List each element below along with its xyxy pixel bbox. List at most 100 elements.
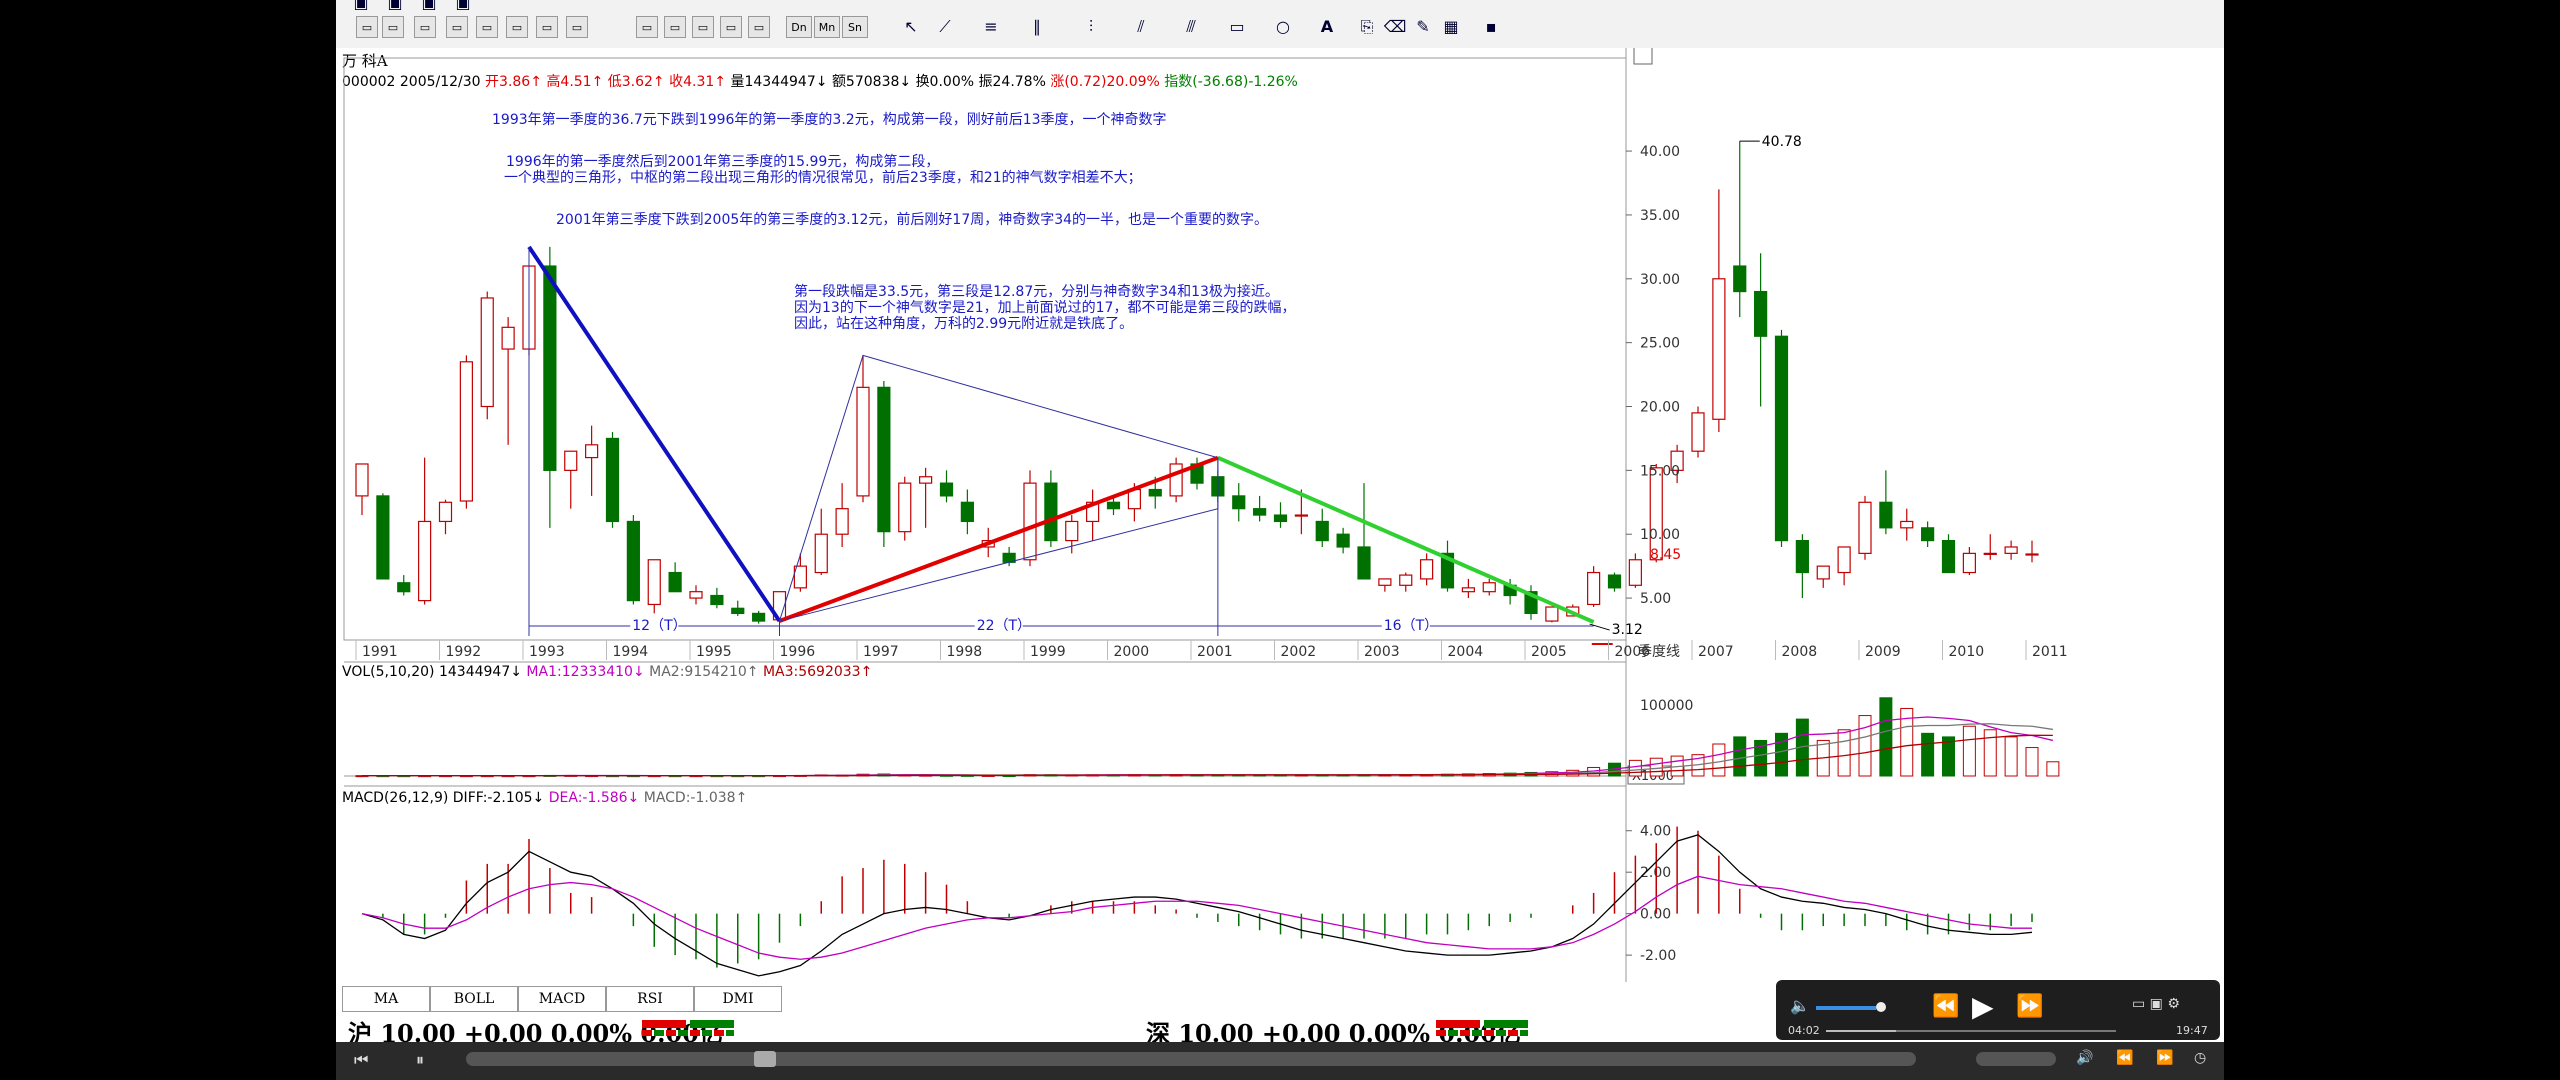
x-tick-label-19: 2010: [1949, 644, 1985, 660]
period-button-4[interactable]: ▭: [446, 16, 468, 38]
count-label-s1: 12（T）: [632, 618, 686, 634]
scrub-handle[interactable]: [754, 1051, 776, 1067]
period-button-9[interactable]: ▭: [636, 16, 658, 38]
volume-header: VOL(5,10,20) 14344947↓ MA1:12333410↓ MA2…: [342, 664, 872, 680]
period-button-7[interactable]: ▭: [536, 16, 558, 38]
period-button-10[interactable]: ▭: [664, 16, 686, 38]
copy-tool-icon[interactable]: ⎘: [1352, 14, 1382, 40]
tool-icon-2[interactable]: ▣: [380, 0, 410, 16]
tab-macd[interactable]: MACD: [518, 986, 606, 1012]
hatch-tool-icon[interactable]: ⫻: [1176, 14, 1206, 40]
x-tick-label-5: 1996: [780, 644, 816, 660]
bars-tool-icon[interactable]: ∥: [1022, 14, 1052, 40]
clock-icon[interactable]: ◷: [2194, 1050, 2206, 1066]
candle-body-17: [710, 594, 724, 606]
candle-body-54: [1482, 582, 1496, 593]
annotation-6: 因此，站在这种角度，万科的2.99元附近就是铁底了。: [794, 315, 1133, 332]
candle-body-74: [1900, 520, 1914, 529]
save-icon[interactable]: ▪: [1476, 14, 1506, 40]
x-tick-label-9: 2000: [1114, 644, 1150, 660]
color-grid-icon[interactable]: ▦: [1436, 14, 1466, 40]
eraser-icon[interactable]: ⌫: [1380, 14, 1410, 40]
tab-rsi[interactable]: RSI: [606, 986, 694, 1012]
rewind-icon[interactable]: ⏪: [1932, 994, 1959, 1019]
sn-button[interactable]: Sn: [842, 16, 868, 38]
volume-slider[interactable]: [1816, 1006, 1876, 1010]
fan-tool-icon[interactable]: ⫶: [1076, 14, 1106, 40]
candle-body-70: [1816, 565, 1830, 580]
period-button-6[interactable]: ▭: [506, 16, 528, 38]
period-button-5[interactable]: ▭: [476, 16, 498, 38]
candle-body-42: [1232, 495, 1246, 510]
candle-body-36: [1106, 501, 1121, 510]
tool-icon-4[interactable]: ▣: [448, 0, 478, 16]
circle-tool-icon[interactable]: ○: [1268, 14, 1298, 40]
period-button-12[interactable]: ▭: [720, 16, 742, 38]
macd-field-3: MACD:-1.038↑: [644, 790, 748, 806]
candle-body-51: [1420, 559, 1434, 580]
candle-body-59: [1587, 571, 1601, 606]
annotation-1: 1996年的第一季度然后到2001年第三季度的15.99元，构成第二段，: [506, 153, 939, 170]
vol-bar-62: [1649, 757, 1663, 777]
audio-icon[interactable]: 🔊: [2076, 1050, 2093, 1066]
mn-label: Mn: [818, 21, 836, 34]
window-icon[interactable]: ▭ ▣ ⚙: [2132, 996, 2180, 1012]
candle-body-53: [1461, 587, 1475, 593]
dn-button[interactable]: Dn: [786, 16, 812, 38]
candle-body-2: [397, 582, 411, 593]
pause-icon[interactable]: ⏸: [416, 1050, 424, 1070]
volume-knob[interactable]: [1876, 1002, 1886, 1012]
period-button-8[interactable]: ▭: [566, 16, 588, 38]
x-tick-label-16: 2007: [1698, 644, 1734, 660]
quote-field-8: 振24.78%: [979, 74, 1051, 90]
brush-icon[interactable]: ✎: [1408, 14, 1438, 40]
quote-field-3: 低3.62↑: [608, 74, 669, 90]
play-icon[interactable]: ▶: [1972, 990, 1994, 1023]
candle-body-72: [1858, 501, 1872, 554]
line-tool-icon[interactable]: ⟋: [930, 14, 960, 40]
quote-field-10: 指数(-36.68)-1.26%: [1164, 74, 1298, 90]
prev-icon[interactable]: ⏮: [354, 1050, 368, 1070]
back-icon[interactable]: ⏪: [2116, 1050, 2133, 1066]
sz-strength-bar: [1436, 1020, 1530, 1036]
candle-body-39: [1169, 463, 1183, 497]
vol-field-1: 14344947↓: [439, 664, 526, 680]
scrub-track[interactable]: [466, 1052, 1916, 1066]
candle-body-13: [626, 520, 640, 602]
volume-icon[interactable]: 🔈: [1790, 996, 1810, 1015]
period-button-2[interactable]: ▭: [382, 16, 404, 38]
candle-body-45: [1294, 514, 1308, 517]
sn-label: Sn: [848, 21, 862, 34]
tool-icon-1[interactable]: ▣: [346, 0, 376, 16]
tab-boll[interactable]: BOLL: [430, 986, 518, 1012]
channel-tool-icon[interactable]: ⫽: [1126, 14, 1156, 40]
candle-body-19: [752, 612, 766, 622]
rect-tool-icon[interactable]: ▭: [1222, 14, 1252, 40]
cursor-icon[interactable]: ↖: [896, 14, 926, 40]
period-button-11[interactable]: ▭: [692, 16, 714, 38]
high-label: 40.78: [1762, 134, 1802, 150]
quote-field-7: 换0.00%: [916, 73, 979, 90]
candle-body-24: [856, 386, 870, 497]
text-tool-icon[interactable]: A: [1312, 14, 1342, 40]
forward-icon[interactable]: ⏩: [2016, 994, 2043, 1019]
next-icon[interactable]: ⏩: [2156, 1050, 2173, 1066]
list-tool-icon[interactable]: ≡: [976, 14, 1006, 40]
quote-field-4: 收4.31↑: [669, 74, 730, 90]
mn-button[interactable]: Mn: [814, 16, 840, 38]
vol-tick-label-0: 100000: [1640, 698, 1693, 714]
period-button-13[interactable]: ▭: [748, 16, 770, 38]
x-tick-label-11: 2002: [1281, 644, 1317, 660]
tab-ma[interactable]: MA: [342, 986, 430, 1012]
speed-track[interactable]: [1976, 1052, 2056, 1066]
vol-bar-72: [1858, 715, 1872, 777]
price-tick-label-5: 30.00: [1640, 272, 1680, 288]
tab-dmi[interactable]: DMI: [694, 986, 782, 1012]
period-button-3[interactable]: ▭: [414, 16, 436, 38]
tool-icon-3[interactable]: ▣: [414, 0, 444, 16]
candle-body-61: [1628, 559, 1642, 586]
price-tick-label-2: 15.00: [1640, 463, 1680, 479]
candle-body-69: [1795, 540, 1809, 574]
video-player: 🔈 ⏪ ▶ ⏩ ▭ ▣ ⚙ 04:02 19:47: [1776, 980, 2220, 1040]
period-button-1[interactable]: ▭: [356, 16, 378, 38]
